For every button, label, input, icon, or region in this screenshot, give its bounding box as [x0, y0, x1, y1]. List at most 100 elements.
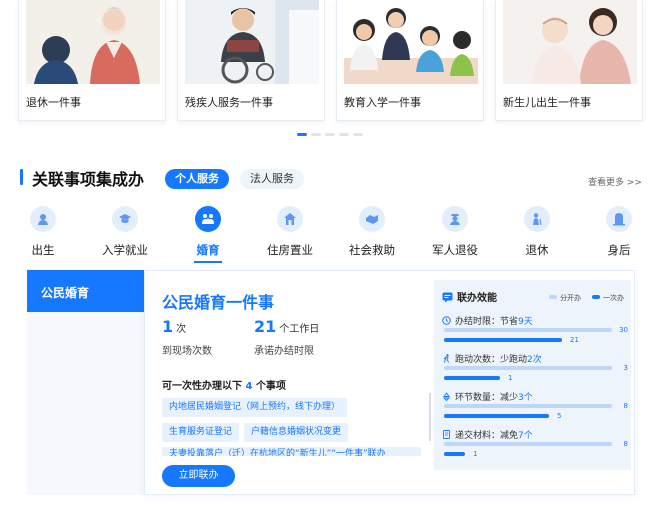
stat-desc: 到现场次数	[162, 346, 212, 357]
carousel-dot[interactable]	[339, 133, 349, 136]
category-label: 社会救助	[349, 243, 395, 257]
efficiency-title: 联办效能	[442, 289, 497, 304]
category-school-employment[interactable]: 入学就业	[85, 206, 165, 258]
stat-unit: 个工作日	[279, 324, 320, 335]
service-tag[interactable]: 生育服务证登记	[162, 423, 240, 442]
clock-icon	[442, 316, 451, 325]
bar-once-value: 1	[473, 450, 478, 458]
section-title: 关联事项集成办	[32, 170, 145, 189]
card-image-retire	[26, 0, 160, 84]
category-label: 军人退役	[432, 243, 478, 257]
baby-icon	[30, 206, 56, 232]
bar-separate	[444, 366, 612, 370]
category-marriage-childbearing[interactable]: 婚育	[168, 206, 248, 258]
efficiency-row-materials: 递交材料：减免7个 8 1	[442, 428, 628, 458]
carousel-dots	[297, 133, 367, 136]
bar-separate-value: 8	[623, 440, 628, 448]
row-highlight: 7个	[518, 431, 533, 441]
efficiency-box: 联办效能 分开办 一次办 办结时限：节省9天 30 21 跑动次数：少跑动2次 …	[434, 280, 631, 470]
legend-once-label: 一次办	[603, 294, 624, 302]
category-veterans[interactable]: 军人退役	[415, 206, 495, 258]
efficiency-title-text: 联办效能	[457, 293, 497, 304]
panel-title: 公民婚育一件事	[162, 293, 275, 312]
category-birth[interactable]: 出生	[3, 206, 83, 258]
bar-once-value: 5	[557, 412, 562, 420]
card-label: 残疾人服务一件事	[185, 96, 273, 109]
category-retirement[interactable]: 退休	[497, 206, 577, 258]
stat-unit: 次	[176, 324, 187, 335]
document-icon	[443, 430, 450, 439]
once-prefix: 可一次性办理以下	[162, 381, 242, 392]
bar-once	[444, 338, 562, 342]
service-tag[interactable]: 户籍信息婚姻状况变更	[244, 423, 349, 442]
memorial-icon	[606, 206, 632, 232]
bar-separate-value: 3	[623, 364, 628, 372]
legend-separate-label: 分开办	[560, 294, 581, 302]
stat-desc: 承诺办结时限	[254, 346, 314, 357]
soldier-icon	[442, 206, 468, 232]
recycle-icon	[442, 392, 451, 402]
apply-now-button[interactable]: 立即联办	[162, 465, 235, 487]
sidebar-item-civil-marriage[interactable]: 公民婚育	[27, 270, 144, 312]
tag-list-scrollbar[interactable]	[429, 393, 431, 441]
category-housing[interactable]: 住房置业	[250, 206, 330, 258]
family-icon	[195, 206, 221, 232]
category-label: 住房置业	[267, 243, 313, 257]
graduation-cap-icon	[112, 206, 138, 232]
carousel-dot[interactable]	[311, 133, 321, 136]
card-newborn[interactable]: 新生儿出生一件事	[495, 0, 643, 121]
run-icon	[443, 354, 450, 363]
active-category-underline	[194, 261, 222, 263]
chat-icon	[442, 292, 453, 303]
stat-visits: 1次 到现场次数	[162, 317, 212, 357]
legend-once: 一次办	[592, 293, 624, 303]
theme-card-carousel: 退休一件事 残疾人服务一件事 教育入学一件事 新生儿出生一件事	[0, 0, 650, 122]
bar-once-value: 1	[508, 374, 513, 382]
card-disabled[interactable]: 残疾人服务一件事	[177, 0, 325, 121]
row-label: 环节数量：减少	[455, 393, 519, 403]
bar-separate	[444, 328, 612, 332]
row-highlight: 9天	[518, 317, 533, 327]
once-suffix: 个事项	[255, 381, 286, 392]
card-label: 教育入学一件事	[344, 96, 421, 109]
card-retire[interactable]: 退休一件事	[18, 0, 166, 121]
card-education[interactable]: 教育入学一件事	[336, 0, 484, 121]
once-handle-heading: 可一次性办理以下 4 个事项	[162, 377, 286, 392]
service-tag[interactable]: 夫妻投靠落户（迁）在杭地区的“新生儿”“一件事”联办	[162, 447, 421, 456]
bar-separate-value: 30	[619, 326, 628, 334]
card-label: 新生儿出生一件事	[503, 96, 591, 109]
category-label: 婚育	[196, 243, 220, 257]
efficiency-row-steps: 环节数量：减少3个 8 5	[442, 390, 628, 420]
house-icon	[277, 206, 303, 232]
carousel-dot[interactable]	[325, 133, 335, 136]
row-label: 办结时限：节省	[455, 317, 519, 327]
tab-personal-service[interactable]: 个人服务	[165, 169, 229, 189]
service-detail-panel: 公民婚育一件事 1次 到现场次数 21 个工作日 承诺办结时限 可一次性办理以下 …	[144, 270, 635, 495]
legend-separate: 分开办	[549, 293, 581, 303]
category-label: 入学就业	[102, 243, 148, 257]
service-tag[interactable]: 内地居民婚姻登记（网上预约，线下办理）	[162, 398, 348, 417]
bar-once	[444, 452, 465, 456]
row-highlight: 3个	[518, 393, 533, 403]
card-image-disabled	[185, 0, 319, 84]
elder-icon	[524, 206, 550, 232]
efficiency-row-trips: 跑动次数：少跑动2次 3 1	[442, 352, 628, 382]
card-label: 退休一件事	[26, 96, 81, 109]
bar-once	[444, 376, 500, 380]
section-accent-bar	[20, 169, 23, 185]
carousel-dot[interactable]	[297, 133, 307, 136]
category-label: 退休	[525, 243, 549, 257]
category-posthumous[interactable]: 身后	[579, 206, 650, 258]
category-social-assistance[interactable]: 社会救助	[332, 206, 412, 258]
stat-value: 21	[254, 317, 277, 336]
once-count: 4	[245, 381, 253, 392]
tab-legal-person-service[interactable]: 法人服务	[240, 169, 304, 189]
view-more-link[interactable]: 查看更多 >>	[588, 175, 642, 188]
stat-time-limit: 21 个工作日 承诺办结时限	[254, 317, 319, 357]
bar-separate	[444, 404, 612, 408]
carousel-dot[interactable]	[353, 133, 363, 136]
bar-once-value: 21	[570, 336, 579, 344]
card-image-newborn	[503, 0, 637, 84]
card-image-education	[344, 0, 478, 84]
category-label: 出生	[31, 243, 55, 257]
